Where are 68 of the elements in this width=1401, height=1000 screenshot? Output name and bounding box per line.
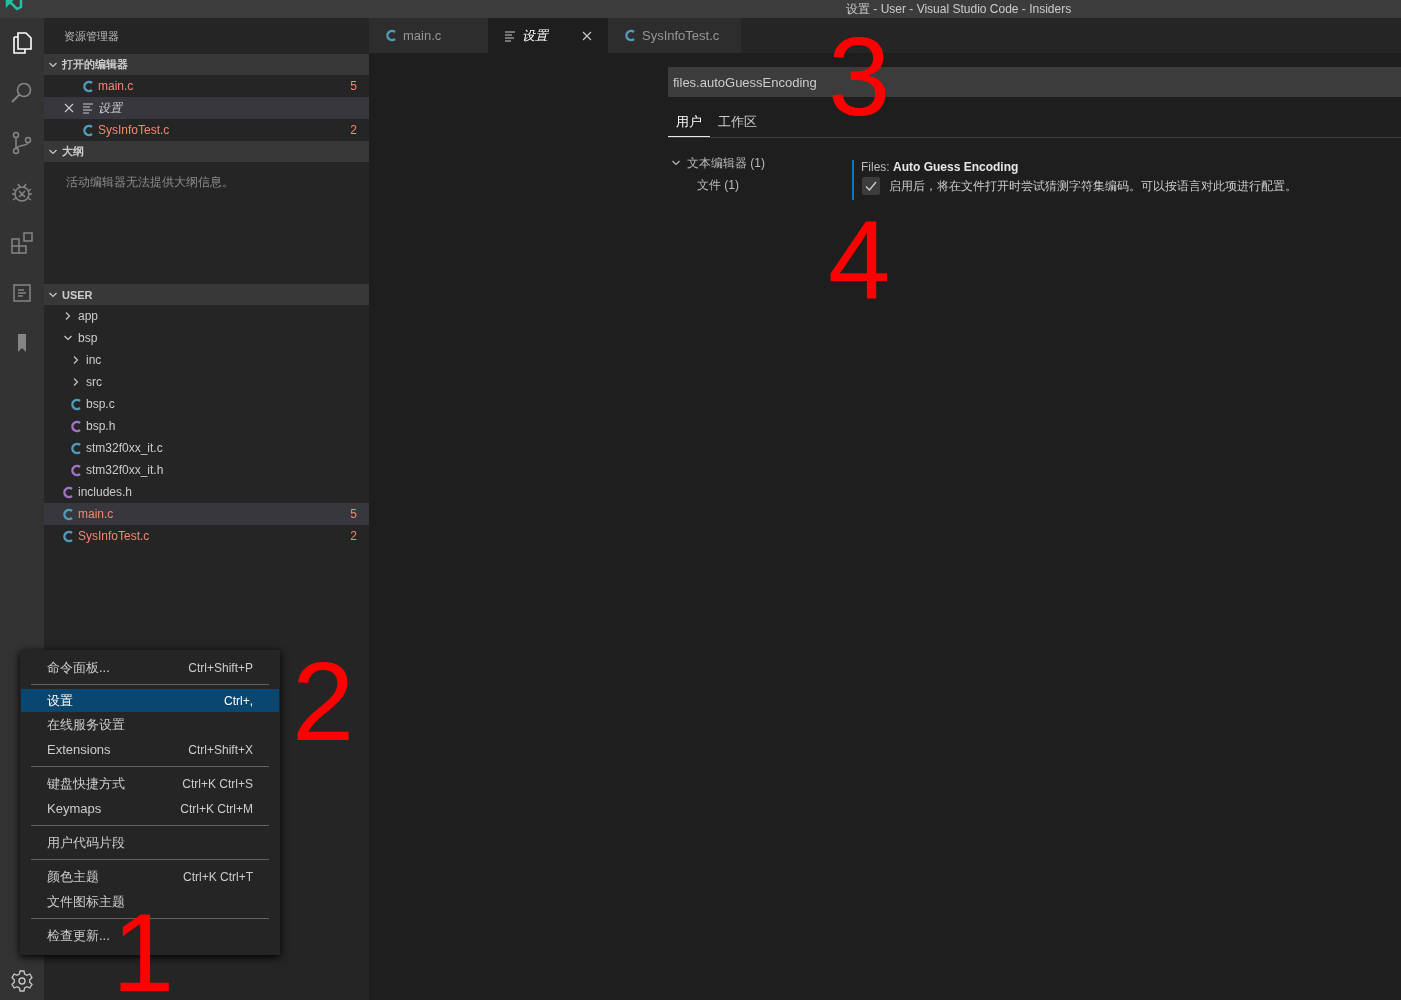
chevron-right-icon[interactable] [71,377,81,387]
extensions-icon[interactable] [9,230,35,256]
c-file-icon [82,123,94,137]
c-file-icon [70,441,82,455]
c-file-icon [70,463,82,477]
file-name[interactable]: bsp.c [86,397,115,411]
annotation-number: 2 [292,662,355,743]
scope-tab[interactable]: 用户 [668,109,710,137]
c-file-icon [624,29,636,42]
c-file-icon [70,419,82,433]
c-file-icon [62,485,74,499]
file-name[interactable]: stm32f0xx_it.c [86,441,163,455]
file-name[interactable]: main.c [98,79,134,93]
menu-item[interactable]: 键盘快捷方式 Ctrl+K Ctrl+S [21,771,279,796]
window-title: 设置 - User - Visual Studio Code - Insiders [846,1,1072,17]
editor-tab[interactable]: main.c [369,18,488,53]
c-file-icon [70,397,82,411]
file-name[interactable]: stm32f0xx_it.h [86,463,164,477]
file-name[interactable]: 设置 [98,99,122,117]
setting-title: Files: Auto Guess Encoding [861,160,1020,174]
section-title: USER [62,288,93,301]
lines-icon [504,29,516,42]
problem-count: 2 [350,529,357,543]
checkbox[interactable] [862,177,880,195]
problem-count: 5 [350,507,357,521]
chevron-down-icon[interactable] [671,158,681,168]
file-name[interactable]: includes.h [78,485,133,499]
lines-icon [82,102,94,114]
editor-tab[interactable]: SysInfoTest.c [608,18,741,53]
file-name[interactable]: bsp.h [86,419,116,433]
file-name[interactable]: inc [86,353,102,367]
c-file-icon [82,79,94,93]
c-file-icon [62,529,74,543]
file-name[interactable]: bsp [78,331,98,345]
outline-message: 活动编辑器无法提供大纲信息。 [66,175,234,189]
menu-item[interactable]: 用户代码片段 [21,830,279,855]
close-icon[interactable] [582,30,592,41]
menu-item[interactable]: Extensions Ctrl+Shift+X [21,737,279,762]
menu-item[interactable]: 颜色主题 Ctrl+K Ctrl+T [21,864,279,889]
editor-tab[interactable]: 设置 [488,18,608,53]
file-name[interactable]: src [86,375,102,389]
file-name[interactable]: SysInfoTest.c [78,529,150,543]
c-file-icon [62,507,74,521]
menu-item[interactable]: 在线服务设置 [21,712,279,737]
toc-item[interactable]: 文本编辑器 (1) [687,154,765,172]
problem-count: 2 [350,123,357,137]
annotation-number: 1 [112,913,175,994]
chevron-right-icon[interactable] [71,355,81,365]
sidebar-title: 资源管理器 [64,28,119,44]
menu-item[interactable]: 命令面板... Ctrl+Shift+P [21,655,279,680]
scope-tab[interactable]: 工作区 [710,109,765,137]
menu-item[interactable]: 设置 Ctrl+, [21,689,279,712]
problem-count: 5 [350,79,357,93]
annotation-number: 4 [828,220,891,301]
chevron-down-icon[interactable] [63,333,73,343]
file-name[interactable]: app [78,309,99,323]
section-title: 打开的编辑器 [62,57,128,72]
file-name[interactable]: main.c [78,507,114,521]
close-icon[interactable] [64,103,74,113]
menu-item[interactable]: Keymaps Ctrl+K Ctrl+M [21,796,279,821]
setting-description: 启用后，将在文件打开时尝试猜测字符集编码。可以按语言对此项进行配置。 [889,177,1297,195]
toc-item[interactable]: 文件 (1) [697,176,739,194]
settings-icon[interactable] [10,969,34,993]
file-name[interactable]: SysInfoTest.c [98,123,170,137]
section-title: 大纲 [62,144,84,159]
c-file-icon [385,29,397,42]
chevron-right-icon[interactable] [63,311,73,321]
menu-item[interactable]: 文件图标主题 [21,889,279,914]
